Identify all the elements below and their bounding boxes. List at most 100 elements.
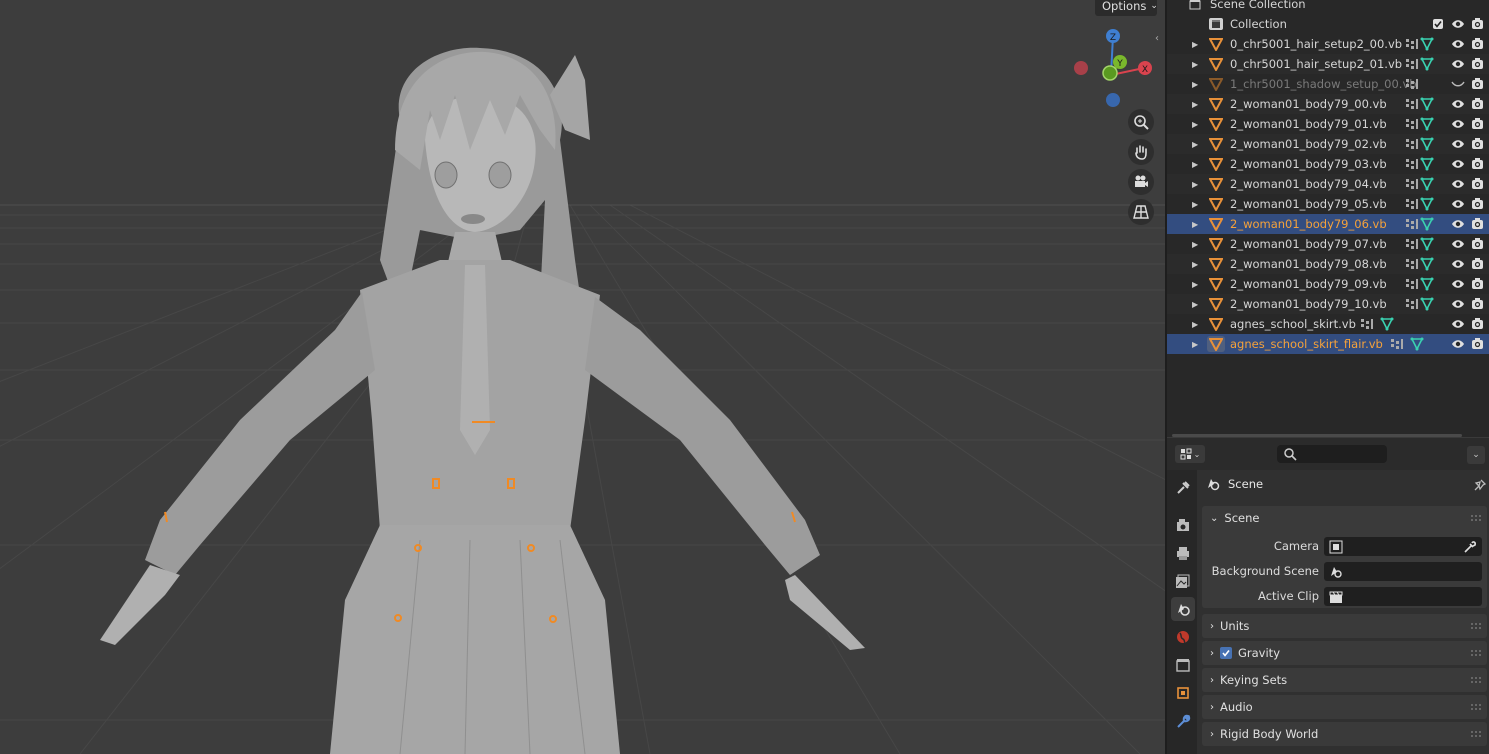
mesh-data-icon[interactable] xyxy=(1420,117,1434,134)
character-model[interactable] xyxy=(0,0,1165,754)
modifier-icon[interactable] xyxy=(1405,197,1419,214)
perspective-toggle[interactable] xyxy=(1128,199,1154,225)
mesh-object-icon[interactable] xyxy=(1207,56,1225,72)
outliner-object-row[interactable]: ▶ agnes_school_skirt_flair.vb xyxy=(1167,334,1489,354)
expand-arrow-icon[interactable]: ▶ xyxy=(1192,60,1198,69)
camera-render-icon[interactable] xyxy=(1471,237,1484,253)
object-name[interactable]: 0_chr5001_hair_setup2_00.vb xyxy=(1230,37,1402,51)
mesh-data-icon[interactable] xyxy=(1420,217,1434,234)
tab-view-layer[interactable] xyxy=(1171,569,1195,593)
camera-render-icon[interactable] xyxy=(1471,177,1484,193)
tab-render[interactable] xyxy=(1171,513,1195,537)
mesh-data-icon[interactable] xyxy=(1420,197,1434,214)
panel-grip[interactable] xyxy=(1471,650,1481,656)
modifier-icon[interactable] xyxy=(1405,177,1419,194)
outliner-object-row[interactable]: ▶ 0_chr5001_hair_setup2_00.vb xyxy=(1167,34,1489,54)
outliner-scrollbar[interactable] xyxy=(1172,434,1462,437)
eye-icon[interactable] xyxy=(1451,258,1465,273)
mesh-object-icon[interactable] xyxy=(1207,36,1225,52)
options-chevron-button[interactable]: ⌄ xyxy=(1467,446,1485,464)
modifier-icon[interactable] xyxy=(1405,77,1419,94)
rigid-body-world-panel[interactable]: › Rigid Body World xyxy=(1202,722,1487,746)
object-name[interactable]: 2_woman01_body79_04.vb xyxy=(1230,177,1387,191)
expand-arrow-icon[interactable]: ▶ xyxy=(1192,100,1198,109)
mesh-data-icon[interactable] xyxy=(1380,317,1394,334)
pin-icon[interactable] xyxy=(1473,478,1487,492)
eye-icon[interactable] xyxy=(1451,278,1465,293)
tab-output[interactable] xyxy=(1171,541,1195,565)
eye-icon[interactable] xyxy=(1451,178,1465,193)
expand-arrow-icon[interactable]: ▶ xyxy=(1192,240,1198,249)
panel-grip[interactable] xyxy=(1471,623,1481,629)
mesh-data-icon[interactable] xyxy=(1420,137,1434,154)
mesh-object-icon[interactable] xyxy=(1207,276,1225,292)
modifier-icon[interactable] xyxy=(1405,297,1419,314)
camera-render-icon[interactable] xyxy=(1471,257,1484,273)
mesh-data-icon[interactable] xyxy=(1410,337,1424,354)
options-dropdown[interactable]: Options ⌄ xyxy=(1095,0,1158,16)
eye-icon[interactable] xyxy=(1451,218,1465,233)
outliner-object-row[interactable]: ▶ 2_woman01_body79_04.vb xyxy=(1167,174,1489,194)
expand-arrow-icon[interactable]: ▶ xyxy=(1192,160,1198,169)
outliner-object-row[interactable]: ▶ 2_woman01_body79_00.vb xyxy=(1167,94,1489,114)
search-input[interactable] xyxy=(1277,445,1387,463)
mesh-data-icon[interactable] xyxy=(1420,37,1434,54)
tab-collection[interactable] xyxy=(1171,653,1195,677)
expand-arrow-icon[interactable]: ▶ xyxy=(1192,320,1198,329)
mesh-object-icon[interactable] xyxy=(1207,76,1225,92)
expand-arrow-icon[interactable]: ▶ xyxy=(1192,140,1198,149)
scene-panel-header[interactable]: ⌄ Scene xyxy=(1210,506,1259,530)
outliner-object-row[interactable]: ▶ 0_chr5001_hair_setup2_01.vb xyxy=(1167,54,1489,74)
mesh-object-icon[interactable] xyxy=(1207,116,1225,132)
object-name[interactable]: agnes_school_skirt_flair.vb xyxy=(1230,337,1383,351)
eye-icon[interactable] xyxy=(1451,58,1465,73)
camera-render-icon[interactable] xyxy=(1471,117,1484,133)
eye-icon[interactable] xyxy=(1451,158,1465,173)
gizmo-neg-y[interactable] xyxy=(1102,65,1118,81)
outliner-object-row[interactable]: ▶ 2_woman01_body79_02.vb xyxy=(1167,134,1489,154)
object-name[interactable]: 2_woman01_body79_09.vb xyxy=(1230,277,1387,291)
panel-grip[interactable] xyxy=(1471,515,1481,521)
camera-render-icon[interactable] xyxy=(1471,97,1484,113)
outliner-object-row[interactable]: ▶ 2_woman01_body79_05.vb xyxy=(1167,194,1489,214)
modifier-icon[interactable] xyxy=(1405,217,1419,234)
eye-icon[interactable] xyxy=(1451,238,1465,253)
modifier-icon[interactable] xyxy=(1360,317,1374,334)
expand-arrow-icon[interactable]: ▶ xyxy=(1192,180,1198,189)
modifier-icon[interactable] xyxy=(1405,117,1419,134)
eyedropper-icon[interactable] xyxy=(1463,540,1477,554)
expand-arrow-icon[interactable]: ▶ xyxy=(1192,80,1198,89)
outliner-object-row[interactable]: ▶ 2_woman01_body79_01.vb xyxy=(1167,114,1489,134)
mesh-data-icon[interactable] xyxy=(1420,157,1434,174)
outliner-object-row[interactable]: ▶ 2_woman01_body79_08.vb xyxy=(1167,254,1489,274)
mesh-object-icon[interactable] xyxy=(1207,96,1225,112)
zoom-tool[interactable] xyxy=(1128,109,1154,135)
outliner-object-row[interactable]: ▶ 2_woman01_body79_10.vb xyxy=(1167,294,1489,314)
expand-arrow-icon[interactable]: ▶ xyxy=(1192,300,1198,309)
properties-editor[interactable]: ⌄ ⌄ Scene ⌄ Scene Camera Background Scen… xyxy=(1167,438,1489,754)
mesh-object-icon[interactable] xyxy=(1207,236,1225,252)
eye-icon[interactable] xyxy=(1451,118,1465,133)
keying-sets-panel[interactable]: › Keying Sets xyxy=(1202,668,1487,692)
mesh-data-icon[interactable] xyxy=(1420,177,1434,194)
modifier-icon[interactable] xyxy=(1405,277,1419,294)
expand-arrow-icon[interactable]: ▶ xyxy=(1192,200,1198,209)
outliner-object-row[interactable]: ▶ 2_woman01_body79_06.vb xyxy=(1167,214,1489,234)
modifier-icon[interactable] xyxy=(1390,337,1404,354)
background-scene-field[interactable] xyxy=(1324,562,1482,581)
expand-arrow-icon[interactable]: ▶ xyxy=(1192,40,1198,49)
mesh-object-icon[interactable] xyxy=(1207,316,1225,332)
outliner[interactable]: Scene Collection Collection ▶ 0_chr5001_h… xyxy=(1167,0,1489,437)
camera-render-icon[interactable] xyxy=(1471,337,1484,353)
mesh-data-icon[interactable] xyxy=(1420,257,1434,274)
camera-render-icon[interactable] xyxy=(1471,17,1484,33)
object-name[interactable]: agnes_school_skirt.vb xyxy=(1230,317,1356,331)
object-name[interactable]: 2_woman01_body79_03.vb xyxy=(1230,157,1387,171)
outliner-object-row[interactable]: ▶ 2_woman01_body79_09.vb xyxy=(1167,274,1489,294)
outliner-object-row[interactable]: ▶ agnes_school_skirt.vb xyxy=(1167,314,1489,334)
camera-view-tool[interactable] xyxy=(1128,169,1154,195)
object-name[interactable]: 2_woman01_body79_07.vb xyxy=(1230,237,1387,251)
units-panel[interactable]: › Units xyxy=(1202,614,1487,638)
object-name[interactable]: 2_woman01_body79_06.vb xyxy=(1230,217,1387,231)
expand-arrow-icon[interactable]: ▶ xyxy=(1192,220,1198,229)
